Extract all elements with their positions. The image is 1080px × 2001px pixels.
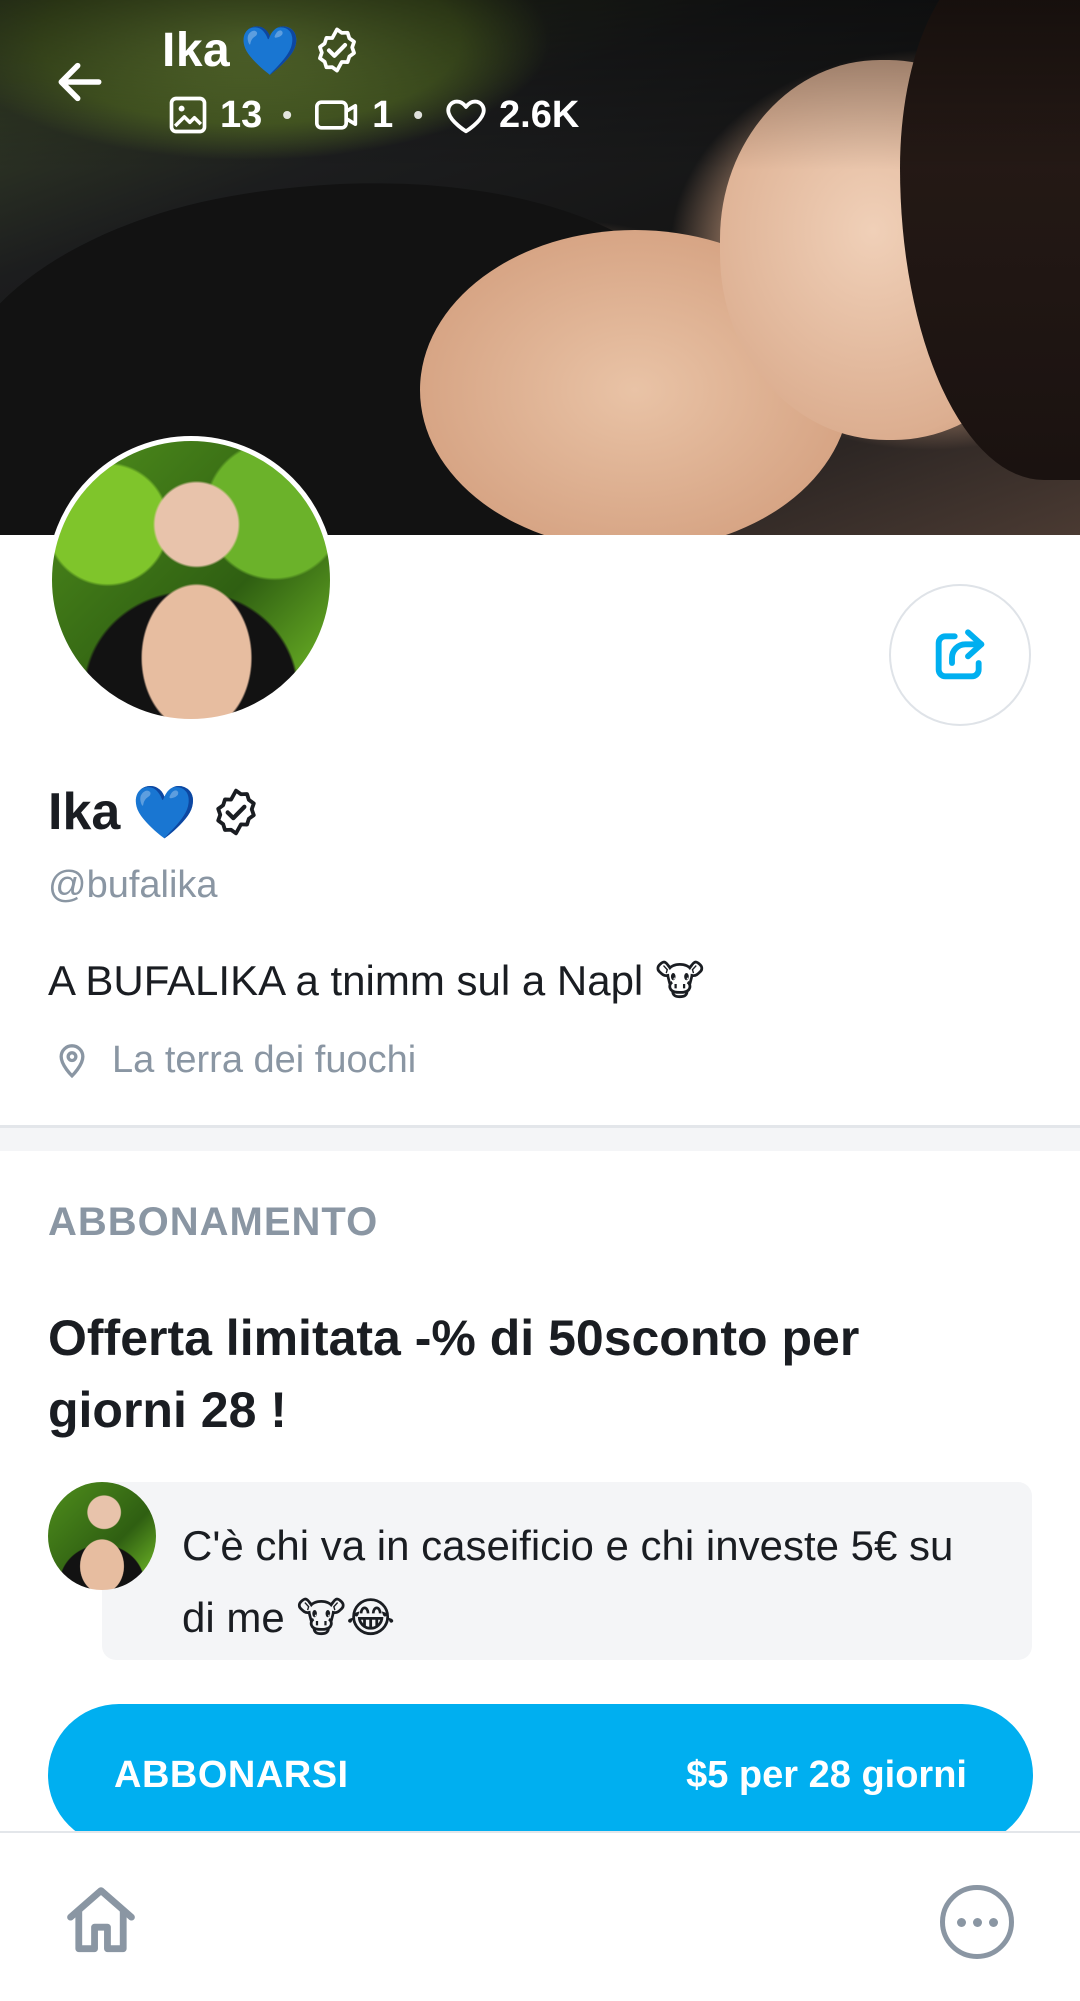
likes-stat: 2.6K [443, 92, 579, 138]
promo-message: C'è chi va in caseificio e chi investe 5… [102, 1482, 1032, 1660]
more-button[interactable] [940, 1885, 1014, 1959]
likes-count: 2.6K [499, 93, 580, 136]
separator-dot: • [282, 99, 293, 130]
more-icon-dot [988, 1917, 998, 1927]
verified-badge-icon [317, 27, 356, 73]
section-divider [0, 1125, 1080, 1151]
heart-icon [446, 99, 486, 134]
location-text: La terra dei fuochi [112, 1038, 417, 1081]
photos-stat[interactable]: 13 [166, 93, 262, 137]
photos-count: 13 [220, 93, 263, 136]
profile-bio: A BUFALIKA a tnimm sul a Napl 🐮 [48, 956, 705, 1005]
blue-heart-emoji: 💙 [240, 22, 301, 79]
header-name: Ika [162, 23, 231, 77]
subscription-heading: ABBONAMENTO [48, 1200, 379, 1244]
home-button[interactable] [56, 1875, 146, 1965]
more-icon-dot [956, 1917, 966, 1927]
header-stats: 13 • 1 • 2.6K [166, 92, 579, 138]
arrow-left-icon [58, 62, 102, 102]
header-bar: Ika 💙 13 • 1 • 2.6K [0, 0, 1080, 150]
videos-count: 1 [372, 93, 394, 136]
subscribe-price: $5 per 28 giorni [686, 1753, 967, 1796]
promo-message-emojis: 🐮😂 [296, 1593, 396, 1642]
profile-avatar[interactable] [47, 436, 335, 724]
cow-emoji: 🐮 [654, 956, 705, 1005]
share-button[interactable] [889, 584, 1031, 726]
verified-badge-icon [216, 788, 256, 836]
share-icon [935, 629, 985, 680]
image-icon [169, 96, 207, 134]
videos-stat[interactable]: 1 [312, 93, 393, 137]
profile-bio-text: A BUFALIKA a tnimm sul a Napl [48, 957, 644, 1004]
header-title: Ika 💙 [162, 20, 363, 80]
video-camera-icon [315, 100, 358, 130]
profile-name-text: Ika [48, 783, 121, 841]
profile-name: Ika 💙 [48, 780, 263, 844]
separator-dot: • [413, 99, 424, 130]
location-pin-icon [59, 1044, 85, 1079]
bottom-nav [0, 1831, 1080, 2001]
back-button[interactable] [48, 50, 112, 114]
profile-location: La terra dei fuochi [52, 1034, 416, 1086]
home-icon [67, 1887, 135, 1953]
offer-title: Offerta limitata -% di 50sconto per gior… [48, 1310, 860, 1438]
message-avatar [48, 1482, 156, 1590]
subscribe-button[interactable]: ABBONARSI $5 per 28 giorni [48, 1704, 1033, 1846]
subscribe-label: ABBONARSI [114, 1753, 349, 1796]
more-icon-dot [972, 1917, 982, 1927]
profile-handle: @bufalika [48, 864, 218, 906]
blue-heart-emoji: 💙 [132, 782, 198, 843]
